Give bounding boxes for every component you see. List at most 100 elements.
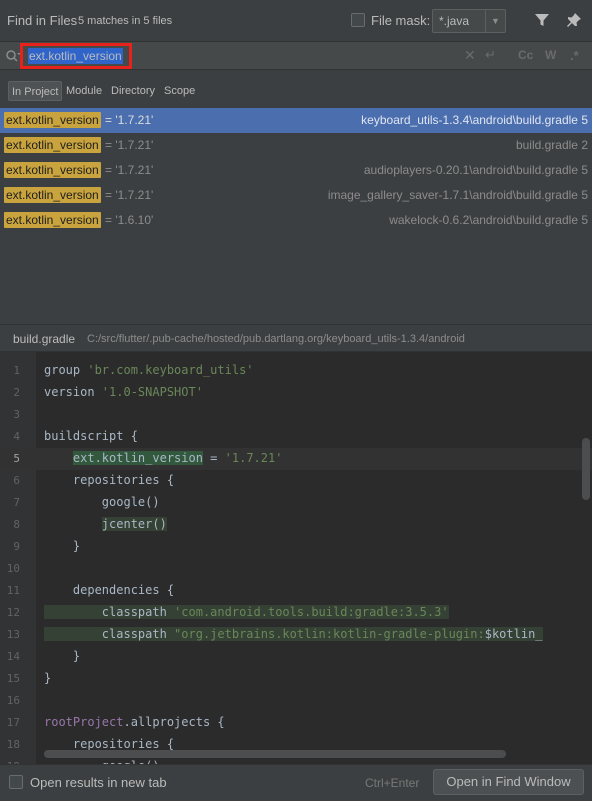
line-number: 1 bbox=[13, 364, 20, 377]
search-icon[interactable] bbox=[5, 49, 21, 63]
result-line-text: = '1.6.10' bbox=[105, 213, 154, 227]
code-text: classpath "org.jetbrains.kotlin:kotlin-g… bbox=[44, 627, 543, 641]
tab-scope[interactable]: Scope bbox=[161, 81, 198, 101]
newline-icon[interactable]: ↵ bbox=[485, 47, 496, 63]
regex-icon[interactable]: .* bbox=[570, 48, 579, 63]
line-number: 10 bbox=[6, 562, 20, 575]
code-line[interactable]: 4 buildscript { bbox=[0, 426, 592, 448]
line-number: 2 bbox=[13, 386, 20, 399]
tab-module[interactable]: Module bbox=[63, 81, 105, 101]
preview-file-path: C:/src/flutter/.pub-cache/hosted/pub.dar… bbox=[87, 333, 465, 345]
result-line-text: = '1.7.21' bbox=[105, 188, 154, 202]
result-match-text: ext.kotlin_version bbox=[4, 112, 101, 128]
search-input[interactable]: ext.kotlin_version bbox=[28, 48, 123, 64]
code-text: classpath 'com.android.tools.build:gradl… bbox=[44, 605, 449, 619]
whole-words-toggle[interactable]: W bbox=[545, 48, 556, 62]
line-number: 9 bbox=[13, 540, 20, 553]
result-line-text: = '1.7.21' bbox=[105, 113, 154, 127]
pin-icon[interactable] bbox=[566, 12, 582, 28]
code-text: dependencies { bbox=[44, 583, 175, 597]
code-text: jcenter() bbox=[101, 517, 167, 531]
code-line[interactable]: 2 version '1.0-SNAPSHOT' bbox=[0, 382, 592, 404]
code-line[interactable]: 17 rootProject.allprojects { bbox=[0, 712, 592, 734]
code-text: group 'br.com.keyboard_utils' bbox=[44, 363, 254, 377]
file-mask-value: *.java bbox=[439, 14, 470, 28]
code-text: repositories { bbox=[44, 737, 175, 751]
result-file-path: build.gradle 2 bbox=[515, 138, 588, 152]
code-line[interactable]: 15} bbox=[0, 668, 592, 690]
result-row[interactable]: ext.kotlin_version = '1.7.21' image_gall… bbox=[0, 183, 592, 208]
line-number: 8 bbox=[13, 518, 20, 531]
result-file-path: image_gallery_saver-1.7.1\android\build.… bbox=[327, 188, 588, 202]
code-text: repositories { bbox=[44, 473, 175, 487]
tab-directory[interactable]: Directory bbox=[108, 81, 158, 101]
result-row[interactable]: ext.kotlin_version = '1.7.21' build.grad… bbox=[0, 133, 592, 158]
code-line[interactable]: 6 repositories { bbox=[0, 470, 592, 492]
result-match-text: ext.kotlin_version bbox=[4, 137, 101, 153]
line-number: 14 bbox=[6, 650, 20, 663]
code-line[interactable]: 5 ext.kotlin_version = '1.7.21' bbox=[0, 448, 592, 470]
match-count: 5 matches in 5 files bbox=[78, 15, 173, 27]
code-line[interactable]: 13 classpath "org.jetbrains.kotlin:kotli… bbox=[0, 624, 592, 646]
shortcut-hint: Ctrl+Enter bbox=[365, 776, 420, 790]
vertical-scrollbar[interactable] bbox=[582, 438, 590, 500]
code-text: rootProject.allprojects { bbox=[44, 715, 225, 729]
open-new-tab-checkbox[interactable] bbox=[9, 775, 23, 789]
result-row[interactable]: ext.kotlin_version = '1.7.21' keyboard_u… bbox=[0, 108, 592, 133]
line-number: 13 bbox=[6, 628, 20, 641]
line-number: 5 bbox=[13, 452, 20, 465]
horizontal-scrollbar[interactable] bbox=[44, 750, 506, 758]
result-file-path: audioplayers-0.20.1\android\build.gradle… bbox=[363, 163, 588, 177]
preview-file-name: build.gradle bbox=[13, 332, 76, 346]
result-file-path: keyboard_utils-1.3.4\android\build.gradl… bbox=[361, 113, 588, 127]
line-number: 3 bbox=[13, 408, 20, 421]
preview-header: build.gradle C:/src/flutter/.pub-cache/h… bbox=[0, 324, 592, 352]
line-number: 7 bbox=[13, 496, 20, 509]
code-preview-editor[interactable]: 1 group 'br.com.keyboard_utils' 2 version '… bbox=[0, 352, 592, 764]
dialog-title: Find in Files bbox=[7, 13, 78, 28]
file-mask-checkbox[interactable] bbox=[351, 13, 365, 27]
code-line[interactable]: 3 bbox=[0, 404, 592, 426]
file-mask-combo[interactable]: *.java ▼ bbox=[432, 9, 506, 33]
code-line[interactable]: 8 jcenter() bbox=[0, 514, 592, 536]
code-text: } bbox=[44, 539, 81, 553]
chevron-down-icon[interactable]: ▼ bbox=[485, 10, 505, 32]
line-number: 6 bbox=[13, 474, 20, 487]
result-match-text: ext.kotlin_version bbox=[4, 187, 101, 203]
code-line[interactable]: 9 } bbox=[0, 536, 592, 558]
code-text: } bbox=[44, 671, 52, 685]
result-line-text: = '1.7.21' bbox=[105, 138, 154, 152]
tab-in-project[interactable]: In Project bbox=[8, 81, 63, 101]
clear-icon[interactable]: ✕ bbox=[464, 47, 476, 64]
line-number: 15 bbox=[6, 672, 20, 685]
code-line[interactable]: 7 google() bbox=[0, 492, 592, 514]
open-new-tab-label: Open results in new tab bbox=[30, 775, 167, 790]
scope-tabs: In Project Module Directory Scope bbox=[0, 70, 592, 108]
filter-icon[interactable] bbox=[534, 12, 550, 28]
dialog-header: Find in Files 5 matches in 5 files File … bbox=[0, 0, 592, 42]
code-line[interactable]: 12 classpath 'com.android.tools.build:gr… bbox=[0, 602, 592, 624]
code-text: ext.kotlin_version = '1.7.21' bbox=[72, 451, 283, 465]
result-row[interactable]: ext.kotlin_version = '1.7.21' audioplaye… bbox=[0, 158, 592, 183]
result-line-text: = '1.7.21' bbox=[105, 163, 154, 177]
code-line[interactable]: 11 dependencies { bbox=[0, 580, 592, 602]
result-match-text: ext.kotlin_version bbox=[4, 162, 101, 178]
result-row[interactable]: ext.kotlin_version = '1.6.10' wakelock-0… bbox=[0, 208, 592, 233]
code-line[interactable]: 10 bbox=[0, 558, 592, 580]
code-text: google() bbox=[44, 495, 160, 509]
match-case-toggle[interactable]: Cc bbox=[518, 48, 533, 62]
open-in-find-window-button[interactable]: Open in Find Window bbox=[433, 769, 584, 795]
code-text: } bbox=[44, 649, 81, 663]
code-text: version '1.0-SNAPSHOT' bbox=[44, 385, 203, 399]
code-line[interactable]: 1 group 'br.com.keyboard_utils' bbox=[0, 360, 592, 382]
line-number: 11 bbox=[6, 584, 20, 597]
code-line[interactable]: 16 bbox=[0, 690, 592, 712]
search-bar: ext.kotlin_version ✕ ↵ Cc W .* bbox=[0, 42, 592, 70]
code-line[interactable]: 14 } bbox=[0, 646, 592, 668]
results-list: ext.kotlin_version = '1.7.21' keyboard_u… bbox=[0, 108, 592, 324]
line-number: 18 bbox=[6, 738, 20, 751]
dialog-footer: Open results in new tab Ctrl+Enter Open … bbox=[0, 764, 592, 801]
line-number: 12 bbox=[6, 606, 20, 619]
line-number: 4 bbox=[13, 430, 20, 443]
file-mask-label: File mask: bbox=[371, 13, 431, 28]
